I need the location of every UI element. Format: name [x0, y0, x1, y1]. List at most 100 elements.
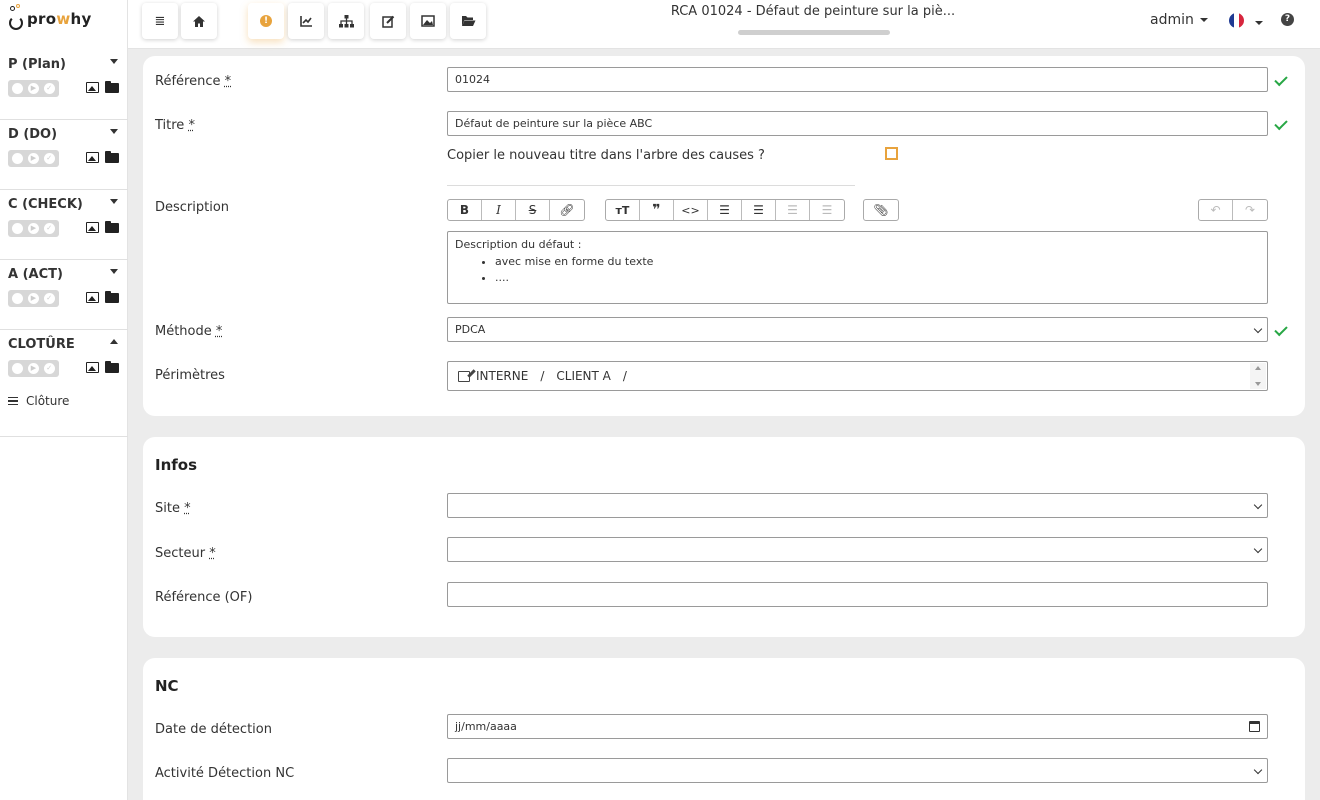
bullet-list-button[interactable]: ☰: [708, 200, 742, 220]
divider: [447, 185, 855, 186]
indent-button[interactable]: ☰: [810, 200, 844, 220]
status-play-icon: ▶: [28, 83, 39, 94]
edit-icon: [382, 15, 395, 28]
list-item: avec mise en forme du texte: [495, 255, 1260, 268]
folder-icon[interactable]: [105, 153, 119, 163]
edit-button[interactable]: [370, 3, 406, 39]
logo-mark-icon: [8, 4, 24, 32]
phase-title[interactable]: P (Plan): [8, 57, 66, 72]
attach-button[interactable]: 📎︎: [864, 200, 898, 220]
code-button[interactable]: <>: [674, 200, 708, 220]
phase-title[interactable]: D (DO): [8, 127, 57, 142]
copy-title-checkbox[interactable]: [885, 147, 898, 160]
reference-of-input[interactable]: [447, 582, 1268, 607]
phase-status-indicator: ▶ ✓: [8, 290, 59, 307]
methode-label: Méthode *: [155, 324, 222, 339]
chart-button[interactable]: [288, 3, 324, 39]
folder-icon[interactable]: [105, 223, 119, 233]
methode-select[interactable]: PDCA: [447, 317, 1268, 342]
caret-down-icon[interactable]: [110, 199, 118, 204]
titre-input[interactable]: Défaut de peinture sur la pièce ABC: [447, 111, 1268, 136]
quote-button[interactable]: ❞: [640, 200, 674, 220]
date-detection-input[interactable]: jj/mm/aaaa: [447, 714, 1268, 739]
images-button[interactable]: [410, 3, 446, 39]
image-icon[interactable]: [86, 222, 99, 233]
reference-input[interactable]: 01024: [447, 67, 1268, 92]
infos-title: Infos: [155, 456, 197, 474]
link-button[interactable]: 🔗︎: [550, 200, 584, 220]
image-icon[interactable]: [86, 292, 99, 303]
phase-status-indicator: ▶ ✓: [8, 360, 59, 377]
folder-icon[interactable]: [105, 293, 119, 303]
alert-button[interactable]: !: [248, 3, 284, 39]
chart-icon: [300, 16, 313, 27]
separator: /: [540, 369, 544, 383]
image-icon[interactable]: [86, 362, 99, 373]
edit-icon[interactable]: [458, 371, 470, 382]
menu-icon: ≣: [155, 14, 166, 29]
phase-title[interactable]: C (CHECK): [8, 197, 83, 212]
caret-down-icon[interactable]: [110, 129, 118, 134]
help-icon[interactable]: ?: [1281, 13, 1294, 26]
numbered-list-button[interactable]: ☰: [742, 200, 776, 220]
image-icon[interactable]: [86, 152, 99, 163]
heading-button[interactable]: тT: [606, 200, 640, 220]
folder-icon[interactable]: [105, 363, 119, 373]
undo-icon: ↶: [1210, 203, 1220, 217]
infos-card: Infos Site * Secteur * Référence (OF): [143, 437, 1305, 637]
caret-down-icon[interactable]: [110, 269, 118, 274]
undo-button[interactable]: ↶: [1199, 200, 1233, 220]
activite-detection-label: Activité Détection NC: [155, 766, 294, 781]
top-bar: ≣ ! RCA 01024 - Défaut de peinture sur l…: [128, 0, 1320, 49]
folder-icon[interactable]: [105, 83, 119, 93]
sidebar-item-cloture[interactable]: Clôture: [8, 394, 69, 408]
language-menu[interactable]: [1249, 12, 1263, 31]
reference-label: Référence *: [155, 74, 231, 89]
phase-title[interactable]: CLOTÛRE: [8, 337, 75, 352]
user-menu[interactable]: admin: [1150, 12, 1208, 28]
sitemap-icon: [339, 15, 354, 28]
outdent-button[interactable]: ☰: [776, 200, 810, 220]
user-name: admin: [1150, 12, 1194, 28]
documents-button[interactable]: [450, 3, 486, 39]
prowhy-logo[interactable]: prowhy: [8, 2, 92, 34]
image-icon[interactable]: [86, 82, 99, 93]
page-title: RCA 01024 - Défaut de peinture sur la pi…: [668, 4, 958, 19]
numbered-list-icon: ☰: [753, 203, 764, 217]
quote-icon: ❞: [652, 202, 660, 218]
description-label: Description: [155, 200, 229, 215]
menu-button[interactable]: ≣: [142, 3, 178, 39]
valid-check-icon: [1274, 117, 1287, 130]
perimetres-field[interactable]: INTERNE / CLIENT A /: [447, 361, 1268, 391]
status-start-icon: [12, 363, 23, 374]
strikethrough-button[interactable]: S: [516, 200, 550, 220]
french-flag-icon[interactable]: [1229, 13, 1244, 28]
title-scrollbar[interactable]: [738, 30, 890, 35]
tree-button[interactable]: [328, 3, 364, 39]
bold-button[interactable]: B: [448, 200, 482, 220]
home-button[interactable]: [181, 3, 217, 39]
folder-open-icon: [461, 15, 476, 27]
perimetres-scrollbar[interactable]: [1250, 363, 1266, 389]
site-select[interactable]: [447, 493, 1268, 518]
valid-check-icon: [1274, 323, 1287, 336]
caret-down-icon: [1200, 18, 1208, 22]
activite-detection-select[interactable]: [447, 758, 1268, 783]
italic-button[interactable]: I: [482, 200, 516, 220]
secteur-select[interactable]: [447, 537, 1268, 562]
description-editor[interactable]: Description du défaut : avec mise en for…: [447, 231, 1268, 304]
description-heading: Description du défaut :: [455, 238, 1260, 251]
phase-title[interactable]: A (ACT): [8, 267, 63, 282]
status-play-icon: ▶: [28, 153, 39, 164]
scroll-down-icon: [1255, 382, 1261, 386]
redo-button[interactable]: ↷: [1233, 200, 1267, 220]
phase-plan: P (Plan) ▶ ✓: [0, 50, 128, 120]
status-play-icon: ▶: [28, 363, 39, 374]
status-start-icon: [12, 153, 23, 164]
caret-down-icon: [1255, 21, 1263, 25]
site-label: Site *: [155, 501, 191, 516]
nc-card: NC Date de détection jj/mm/aaaa Activité…: [143, 658, 1305, 800]
caret-up-icon[interactable]: [110, 339, 118, 344]
calendar-icon[interactable]: [1249, 721, 1260, 732]
caret-down-icon[interactable]: [110, 59, 118, 64]
